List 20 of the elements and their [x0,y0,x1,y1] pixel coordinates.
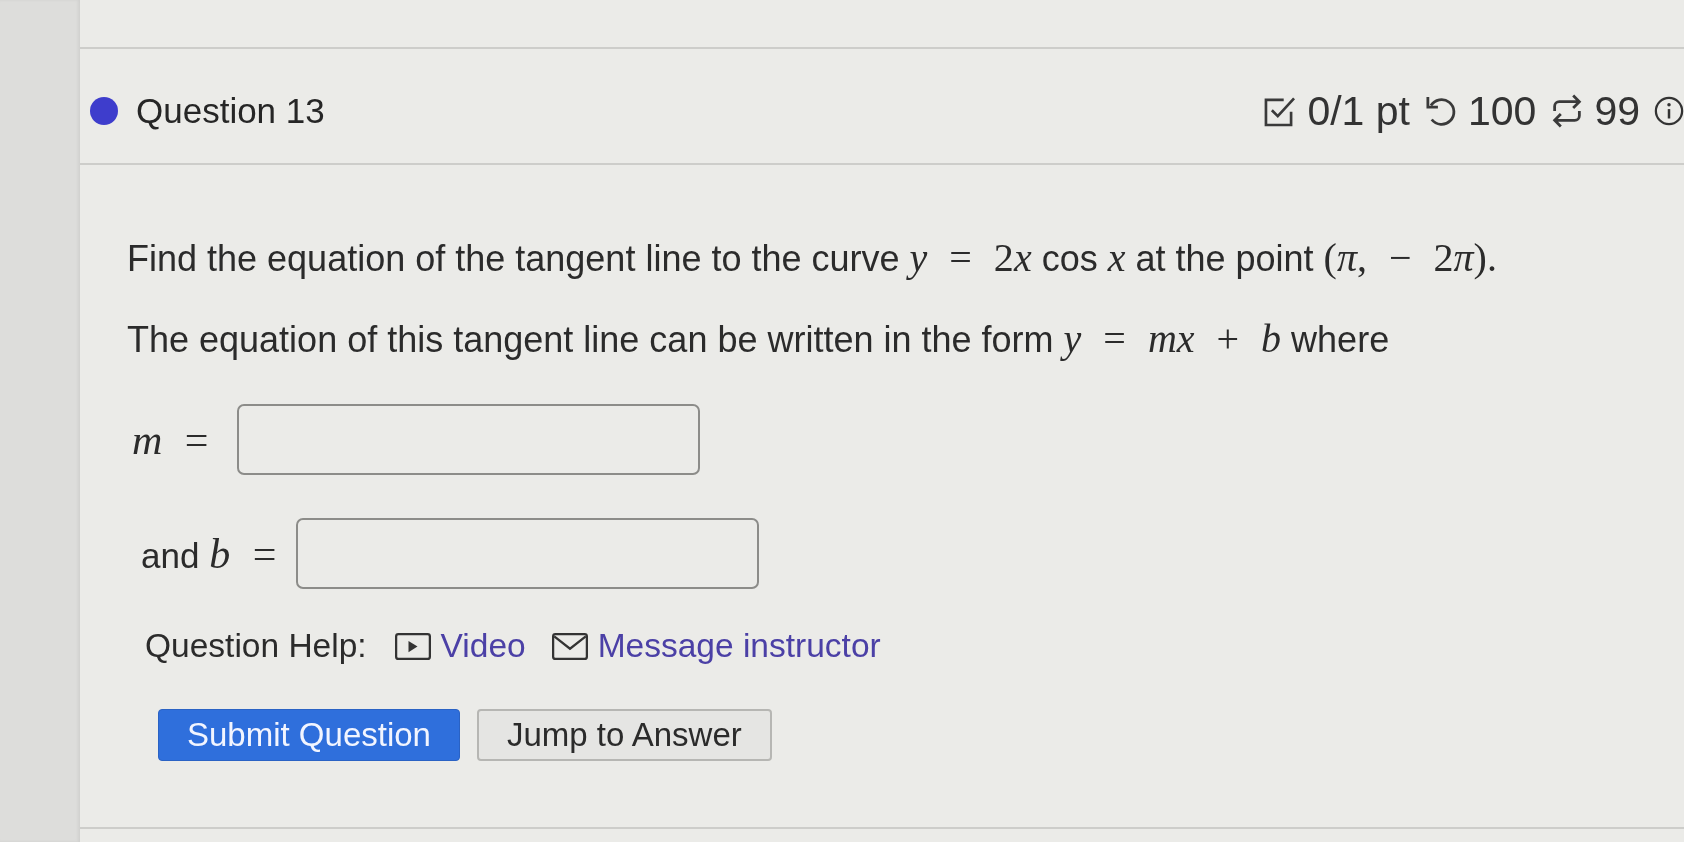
info-icon[interactable] [1654,96,1684,126]
video-link[interactable]: Video [394,627,526,665]
answer-label: m = [132,415,209,464]
question-title: Question 13 [136,91,325,131]
answer-field[interactable] [296,518,760,589]
message-instructor-link[interactable]: Message instructor [551,627,881,665]
video-icon [394,632,431,660]
score-text: 0/1 pt [1307,87,1410,135]
mail-icon [551,632,588,660]
status-dot-icon [90,97,118,125]
question-text: Find the equation of the tangent line to the curve y = 2x cos x at the point (π, − 2π). [127,236,1497,281]
circular-arrow-icon [1423,94,1458,128]
question-help-label: Question Help: [145,627,367,665]
question-text: The equation of this tangent line can be written in the form y = mx + b where [127,317,1390,362]
jump-to-answer-button[interactable]: Jump to Answer [476,709,772,761]
retries-text: 99 [1594,87,1640,135]
submit-button[interactable]: Submit Question [158,709,460,761]
answer-label: and b = [141,529,277,578]
attempts-text: 100 [1467,87,1537,135]
answer-field[interactable] [236,404,700,475]
